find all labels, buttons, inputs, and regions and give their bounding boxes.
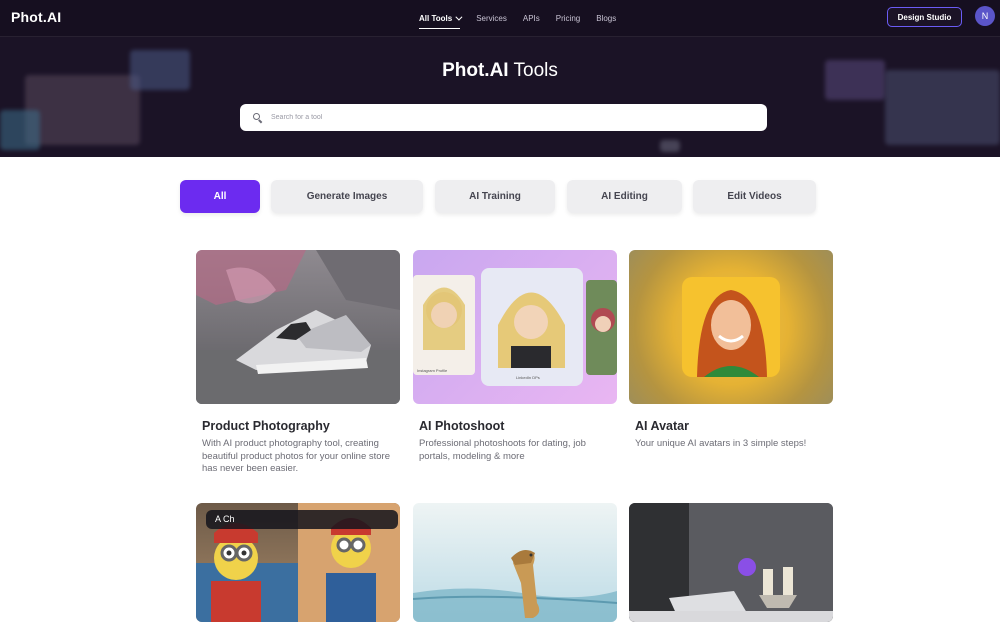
logo[interactable]: Phot.AI [11, 9, 61, 25]
nav-pricing[interactable]: Pricing [556, 0, 580, 37]
photo-label-linkedin: LinkedIn DPs [516, 375, 540, 380]
hero-section: Phot.AI All Tools Services APIs Pricing … [0, 0, 1000, 157]
tab-ai-editing[interactable]: AI Editing [567, 180, 682, 213]
chevron-down-icon [455, 13, 463, 21]
caption-text: A Ch [215, 514, 235, 524]
card-description: Your unique AI avatars in 3 simple steps… [635, 438, 807, 449]
avatar[interactable]: N [975, 6, 995, 26]
search-icon [253, 112, 263, 123]
dog-watercolor [413, 503, 617, 622]
headshots-collage: Instagram Profile LinkedIn DPs [413, 250, 617, 404]
main-nav: All Tools Services APIs Pricing Blogs [419, 0, 616, 37]
nav-services[interactable]: Services [476, 0, 507, 37]
card-description: Professional photoshoots for dating, job… [419, 438, 586, 462]
caption-overlay: A Ch [206, 510, 398, 529]
tab-generate-images[interactable]: Generate Images [271, 180, 423, 213]
photo-label-instagram: Instagram Profile [417, 368, 448, 373]
top-navigation-bar: Phot.AI All Tools Services APIs Pricing … [0, 0, 1000, 37]
tool-card-ai-avatar[interactable]: AI Avatar Your unique AI avatars in 3 si… [629, 250, 833, 490]
tool-card-product-photography[interactable]: Product Photography With AI product phot… [196, 250, 400, 490]
minion-characters: A Ch [196, 503, 400, 622]
interior-desk-candles [629, 503, 833, 622]
tab-all[interactable]: All [180, 180, 260, 213]
sneaker-photo [196, 250, 400, 404]
card-title: Product Photography [202, 419, 330, 433]
search-input[interactable] [271, 114, 751, 121]
nav-all-tools[interactable]: All Tools [419, 0, 463, 37]
card-title: AI Photoshoot [419, 419, 505, 433]
tool-card-interior[interactable] [629, 503, 833, 622]
page-title-brand: Phot.AI [442, 60, 509, 81]
nav-apis[interactable]: APIs [523, 0, 540, 37]
tool-card-character[interactable]: A Ch [196, 503, 400, 622]
tool-card-ai-photoshoot[interactable]: Instagram Profile LinkedIn DPs AI Photos… [413, 250, 617, 490]
nav-blogs[interactable]: Blogs [596, 0, 616, 37]
design-studio-button[interactable]: Design Studio [887, 7, 962, 27]
page: Phot.AI All Tools Services APIs Pricing … [0, 0, 1000, 622]
tab-ai-training[interactable]: AI Training [435, 180, 555, 213]
page-title-rest: Tools [513, 60, 558, 81]
card-title: AI Avatar [635, 419, 689, 433]
nav-all-tools-label: All Tools [419, 14, 453, 23]
tool-card-watercolor[interactable] [413, 503, 617, 622]
page-title: Phot.AI Tools [0, 60, 1000, 82]
search-bar[interactable] [240, 104, 767, 131]
tab-edit-videos[interactable]: Edit Videos [693, 180, 816, 213]
avatar-portrait [629, 250, 833, 404]
card-description: With AI product photography tool, creati… [202, 438, 391, 474]
